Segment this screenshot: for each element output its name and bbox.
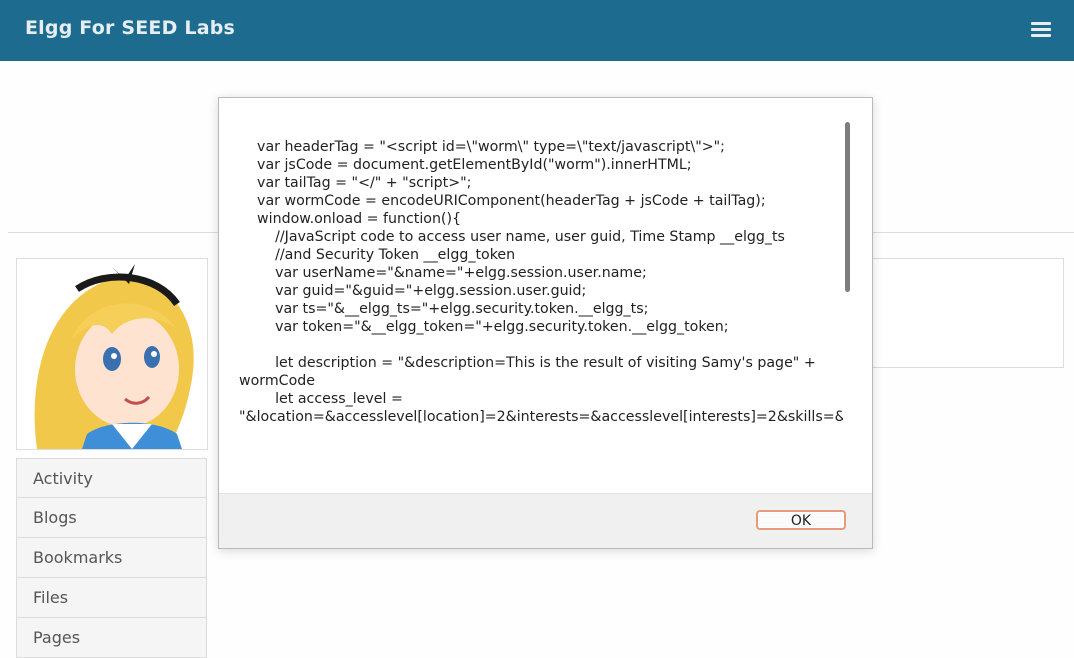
hamburger-icon[interactable] xyxy=(1031,22,1051,38)
dialog-footer: OK xyxy=(219,493,872,548)
ok-button[interactable]: OK xyxy=(756,510,846,530)
profile-avatar[interactable] xyxy=(16,258,208,450)
top-navbar: Elgg For SEED Labs xyxy=(0,0,1074,61)
sidebar-item-bookmarks[interactable]: Bookmarks xyxy=(16,538,207,578)
sidebar-item-blogs[interactable]: Blogs xyxy=(16,498,207,538)
avatar-alice-image xyxy=(17,259,207,449)
dialog-scrollbar[interactable] xyxy=(845,122,851,474)
site-brand[interactable]: Elgg For SEED Labs xyxy=(25,17,235,39)
scroll-thumb[interactable] xyxy=(845,122,850,292)
alert-dialog: var headerTag = "<script id=\"worm\" typ… xyxy=(218,97,873,549)
dialog-body: var headerTag = "<script id=\"worm\" typ… xyxy=(219,98,872,493)
sidebar-menu: Activity Blogs Bookmarks Files Pages xyxy=(16,458,207,658)
sidebar-item-activity[interactable]: Activity xyxy=(16,458,207,498)
sidebar-item-pages[interactable]: Pages xyxy=(16,618,207,658)
profile-details-box xyxy=(858,258,1064,368)
sidebar-item-files[interactable]: Files xyxy=(16,578,207,618)
alert-message: var headerTag = "<script id=\"worm\" typ… xyxy=(239,139,843,425)
